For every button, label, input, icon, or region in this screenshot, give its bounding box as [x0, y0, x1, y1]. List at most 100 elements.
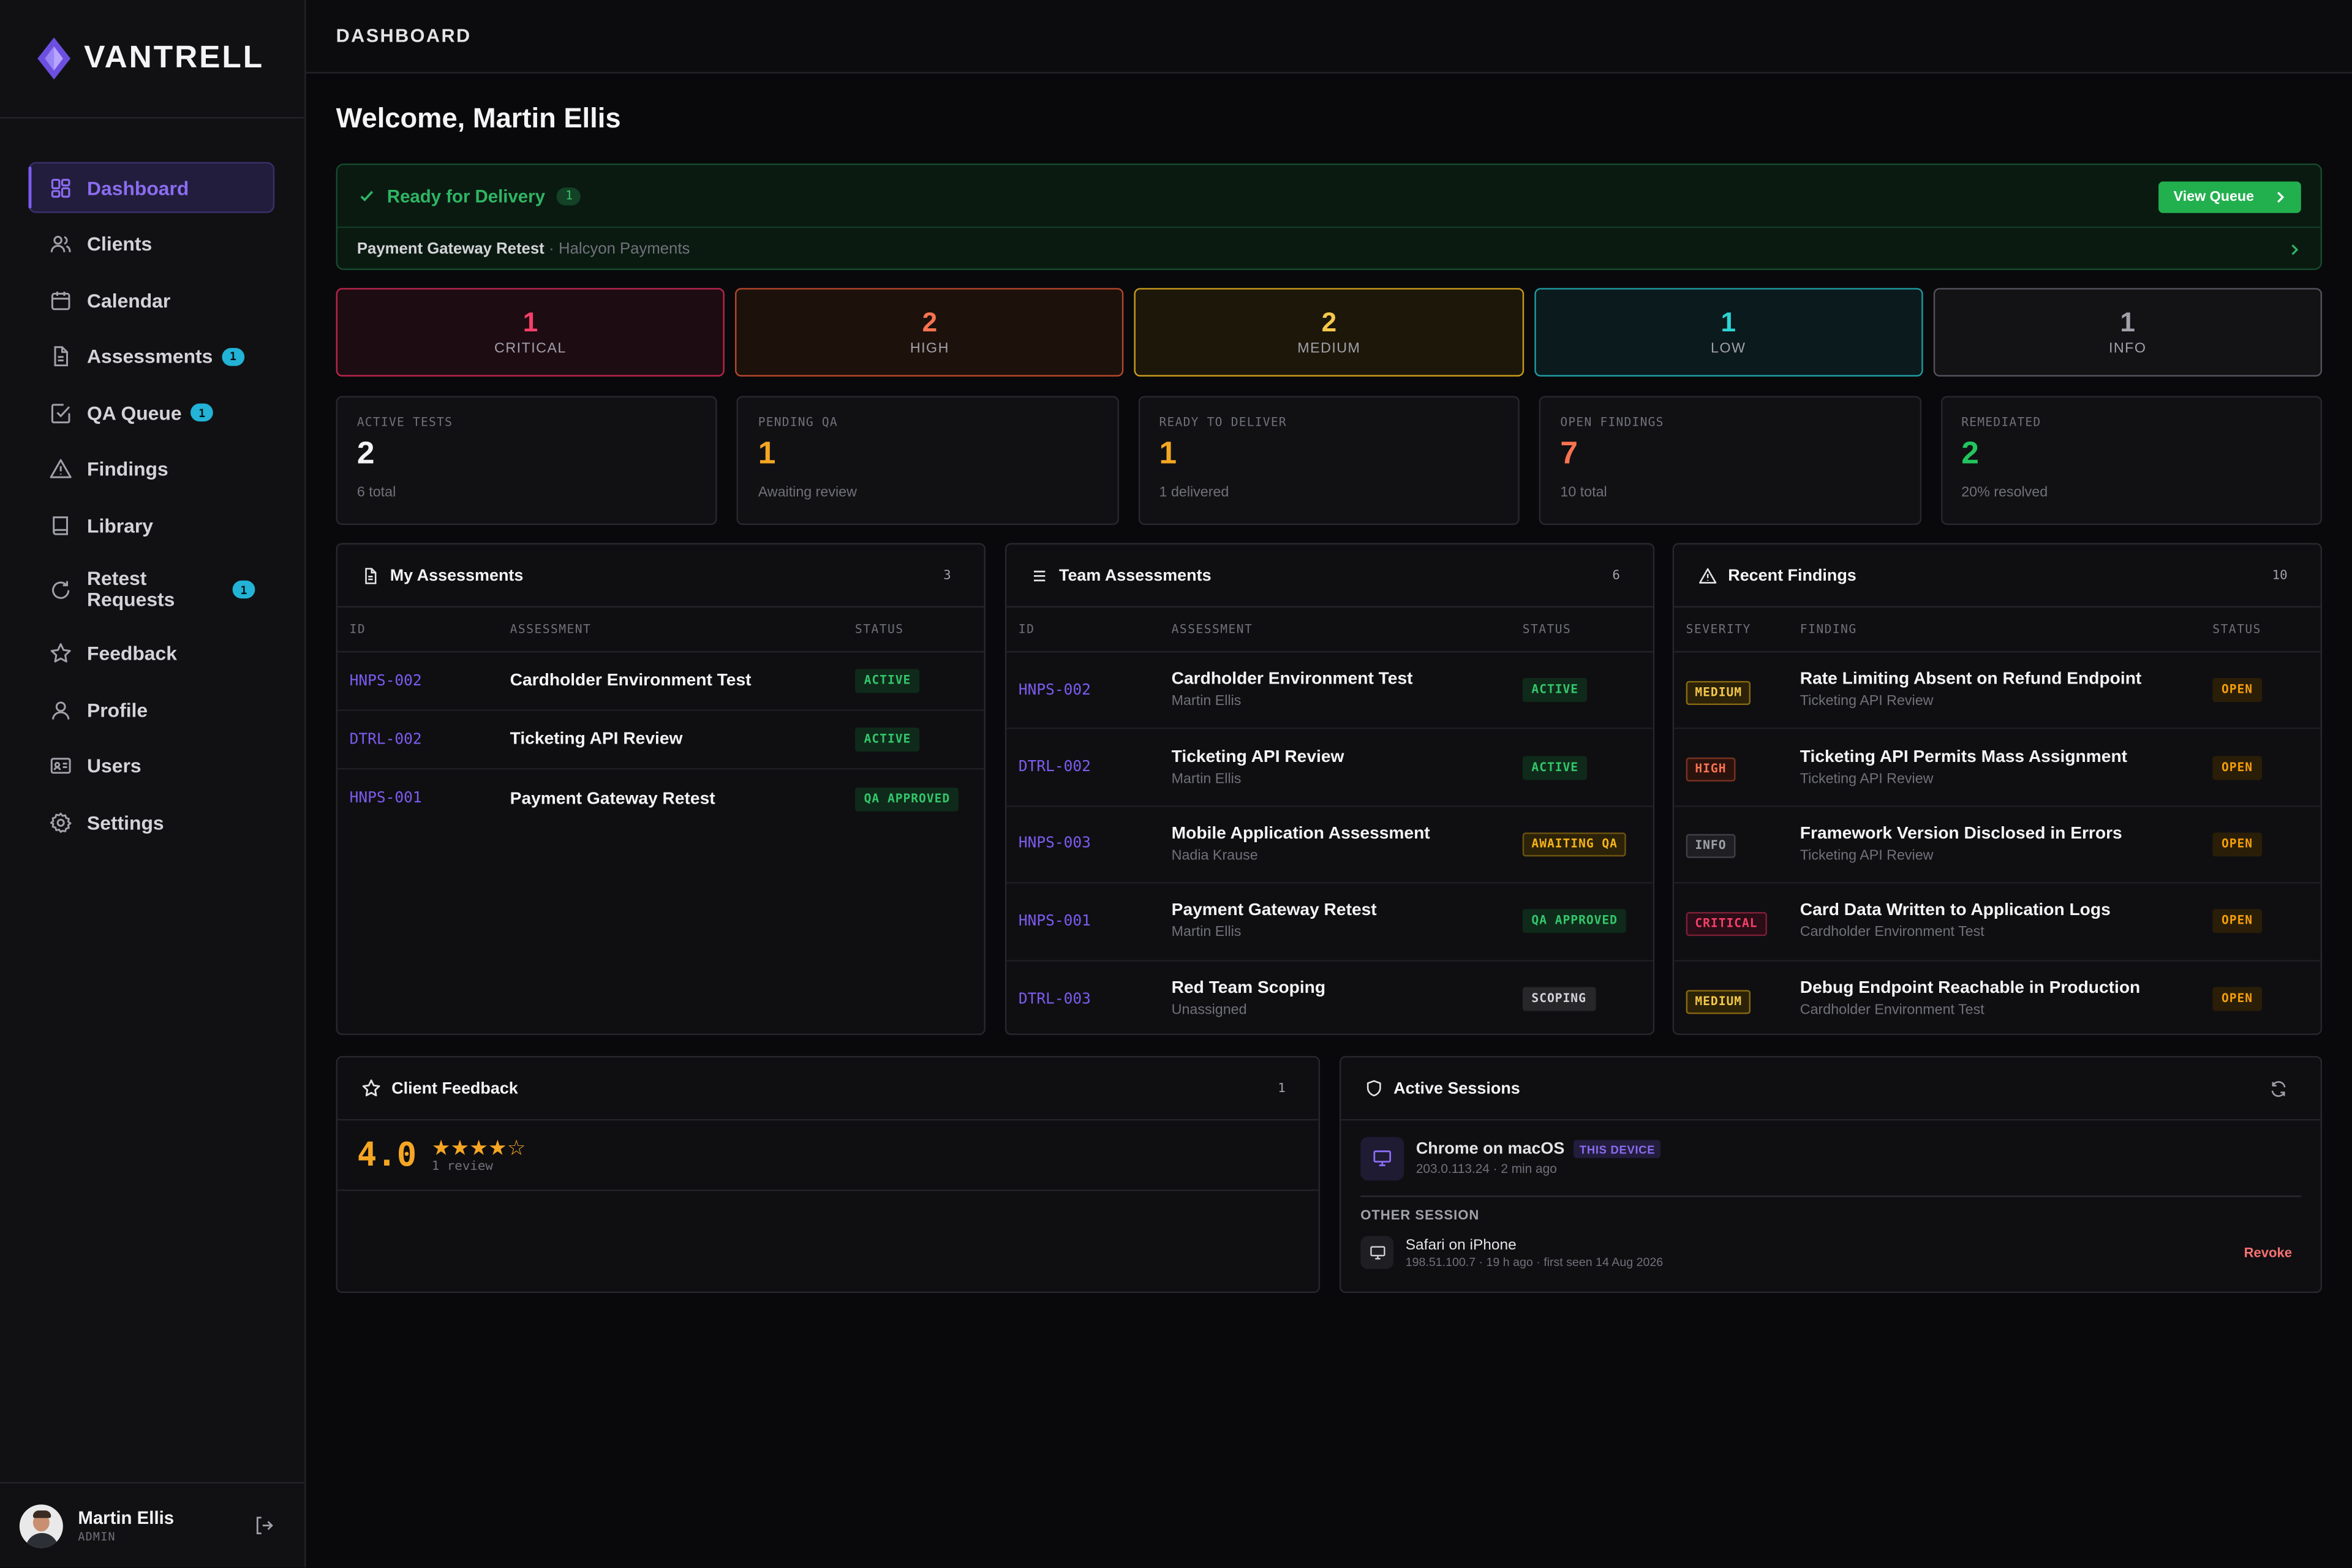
sidebar-item-calendar[interactable]: Calendar — [29, 275, 275, 326]
table-row[interactable]: MEDIUM Rate Limiting Absent on Refund En… — [1674, 652, 2321, 730]
star-empty-icon: ☆ — [507, 1134, 526, 1159]
sidebar-item-dashboard[interactable]: Dashboard — [28, 162, 275, 213]
review-count: 1 review — [431, 1158, 493, 1174]
status-badge: ACTIVE — [1522, 755, 1588, 780]
panel-header: Recent Findings 10 — [1674, 545, 2321, 608]
stats-row: ACTIVE TESTS 2 6 total PENDING QA 1 Awai… — [336, 396, 2322, 526]
status-badge: QA APPROVED — [1522, 909, 1627, 934]
table-row[interactable]: HIGH Ticketing API Permits Mass Assignme… — [1674, 729, 2321, 807]
assessment-id[interactable]: DTRL-002 — [337, 731, 510, 748]
severity-cell: MEDIUM — [1674, 676, 1800, 705]
table-row[interactable]: INFO Framework Version Disclosed in Erro… — [1674, 807, 2321, 884]
stat-open-findings[interactable]: OPEN FINDINGS 7 10 total — [1539, 396, 1921, 526]
user-footer: Martin Ellis ADMIN — [0, 1482, 305, 1568]
sidebar-item-feedback[interactable]: Feedback — [29, 628, 275, 679]
stat-label: OPEN FINDINGS — [1560, 415, 1664, 429]
stat-sub: 6 total — [356, 484, 396, 501]
assessment-id[interactable]: DTRL-002 — [1006, 759, 1171, 775]
retest-label-line1: Retest — [87, 567, 147, 590]
table-row[interactable]: HNPS-001 Payment Gateway Retest QA APPRO… — [337, 769, 984, 828]
assessment-id[interactable]: DTRL-003 — [1006, 991, 1171, 1008]
sidebar-item-clients[interactable]: Clients — [29, 219, 275, 270]
finding-title: Rate Limiting Absent on Refund Endpoint — [1800, 671, 2142, 689]
assessment-owner: Martin Ellis — [1171, 693, 1242, 710]
revoke-button[interactable]: Revoke — [2244, 1245, 2292, 1260]
star-filled-icon: ★ — [431, 1134, 451, 1159]
severity-card-info[interactable]: 1 INFO — [1933, 288, 2323, 377]
ready-item[interactable]: Payment Gateway Retest · Halcyon Payment… — [337, 228, 2321, 270]
table-row[interactable]: HNPS-002 Cardholder Environment Test Mart… — [1006, 652, 1653, 730]
finding-title: Debug Endpoint Reachable in Production — [1800, 979, 2141, 998]
assessment-id[interactable]: HNPS-002 — [337, 673, 510, 689]
table-row[interactable]: DTRL-003 Red Team Scoping Unassigned SCOP… — [1006, 961, 1653, 1034]
assessment-id[interactable]: HNPS-001 — [1006, 913, 1171, 930]
severity-badge: HIGH — [1686, 757, 1736, 782]
severity-card-medium[interactable]: 2 MEDIUM — [1134, 288, 1524, 377]
sidebar-item-library[interactable]: Library — [29, 500, 275, 551]
table-header: SEVERITY FINDING STATUS — [1674, 608, 2321, 653]
sidebar-item-label: Library — [87, 514, 153, 537]
table-row[interactable]: DTRL-002 Ticketing API Review ACTIVE — [337, 711, 984, 770]
id-card-icon — [50, 755, 72, 778]
column-header: SEVERITY — [1686, 622, 1751, 636]
table-row[interactable]: CRITICAL Card Data Written to Applicatio… — [1674, 884, 2321, 961]
assessment-id[interactable]: HNPS-003 — [1006, 836, 1171, 853]
stat-pending-qa[interactable]: PENDING QA 1 Awaiting review — [737, 396, 1119, 526]
table-row[interactable]: HNPS-002 Cardholder Environment Test ACT… — [337, 652, 984, 711]
severity-label: CRITICAL — [494, 340, 567, 357]
session-name: Chrome on macOS — [1415, 1140, 1565, 1158]
refresh-icon[interactable] — [2269, 1079, 2287, 1097]
ready-for-delivery-panel: Ready for Delivery 1 View Queue Payment … — [336, 163, 2323, 270]
feedback-summary: 4.0 ★★★★☆ 1 review — [337, 1120, 1319, 1191]
sidebar-item-users[interactable]: Users — [29, 741, 275, 792]
table-row[interactable]: MEDIUM Debug Endpoint Reachable in Produ… — [1674, 961, 2321, 1034]
column-header: ASSESSMENT — [1171, 622, 1253, 636]
severity-card-low[interactable]: 1 LOW — [1534, 288, 1923, 377]
check-icon — [360, 190, 374, 202]
logout-icon[interactable] — [254, 1515, 274, 1536]
finding-title: Framework Version Disclosed in Errors — [1800, 824, 2122, 843]
sidebar-item-label: Calendar — [87, 288, 171, 312]
stat-value: 1 — [758, 436, 776, 471]
finding-assessment: Ticketing API Review — [1800, 847, 1934, 864]
qa-queue-badge: 1 — [190, 404, 213, 423]
sidebar-item-findings[interactable]: Findings — [29, 444, 275, 495]
ready-item-separator: · — [549, 239, 554, 258]
severity-cell: INFO — [1674, 830, 1800, 859]
stat-label: ACTIVE TESTS — [356, 415, 453, 429]
view-queue-button[interactable]: View Queue — [2158, 181, 2301, 213]
severity-count: 1 — [1721, 307, 1736, 338]
severity-card-high[interactable]: 2 HIGH — [735, 288, 1125, 377]
panel-count: 1 — [1278, 1080, 1286, 1096]
table-row[interactable]: HNPS-003 Mobile Application Assessment Na… — [1006, 807, 1653, 884]
stat-active-tests[interactable]: ACTIVE TESTS 2 6 total — [336, 396, 718, 526]
table-row[interactable]: HNPS-001 Payment Gateway Retest Martin El… — [1006, 884, 1653, 961]
sidebar-item-settings[interactable]: Settings — [29, 797, 275, 848]
calendar-icon — [50, 289, 72, 312]
chevron-right-icon — [2277, 192, 2285, 203]
stat-remediated[interactable]: REMEDIATED 2 20% resolved — [1940, 396, 2322, 526]
sidebar-item-profile[interactable]: Profile — [29, 685, 275, 736]
sidebar-item-assessments[interactable]: Assessments 1 — [29, 331, 275, 382]
brand[interactable]: VANTRELL — [0, 0, 305, 119]
assessment-id[interactable]: HNPS-002 — [1006, 682, 1171, 699]
stat-sub: 1 delivered — [1159, 484, 1229, 501]
file-icon — [365, 567, 377, 584]
severity-card-critical[interactable]: 1 CRITICAL — [336, 288, 725, 377]
stat-ready-to-deliver[interactable]: READY TO DELIVER 1 1 delivered — [1138, 396, 1520, 526]
severity-summary: 1 CRITICAL 2 HIGH 2 MEDIUM 1 LOW 1 INFO — [336, 288, 2323, 377]
table-row[interactable]: DTRL-002 Ticketing API Review Martin Elli… — [1006, 729, 1653, 807]
status-badge: QA APPROVED — [854, 786, 959, 811]
assessment-owner: Unassigned — [1171, 1002, 1247, 1019]
assessment-id[interactable]: HNPS-001 — [337, 791, 510, 807]
sidebar-item-label: Clients — [87, 232, 153, 255]
assessment-name: Payment Gateway Retest — [1171, 902, 1377, 921]
status-badge: ACTIVE — [1522, 678, 1588, 703]
avatar[interactable] — [19, 1504, 63, 1548]
star-icon — [50, 643, 72, 665]
assessment-cell: Mobile Application Assessment Nadia Kraus… — [1172, 825, 1523, 864]
sidebar-item-qa-queue[interactable]: QA Queue 1 — [29, 388, 275, 439]
sidebar-item-retest-requests[interactable]: Retest Requests 1 — [29, 557, 275, 623]
monitor-icon — [1360, 1235, 1394, 1269]
finding-assessment: Ticketing API Review — [1800, 693, 1934, 710]
